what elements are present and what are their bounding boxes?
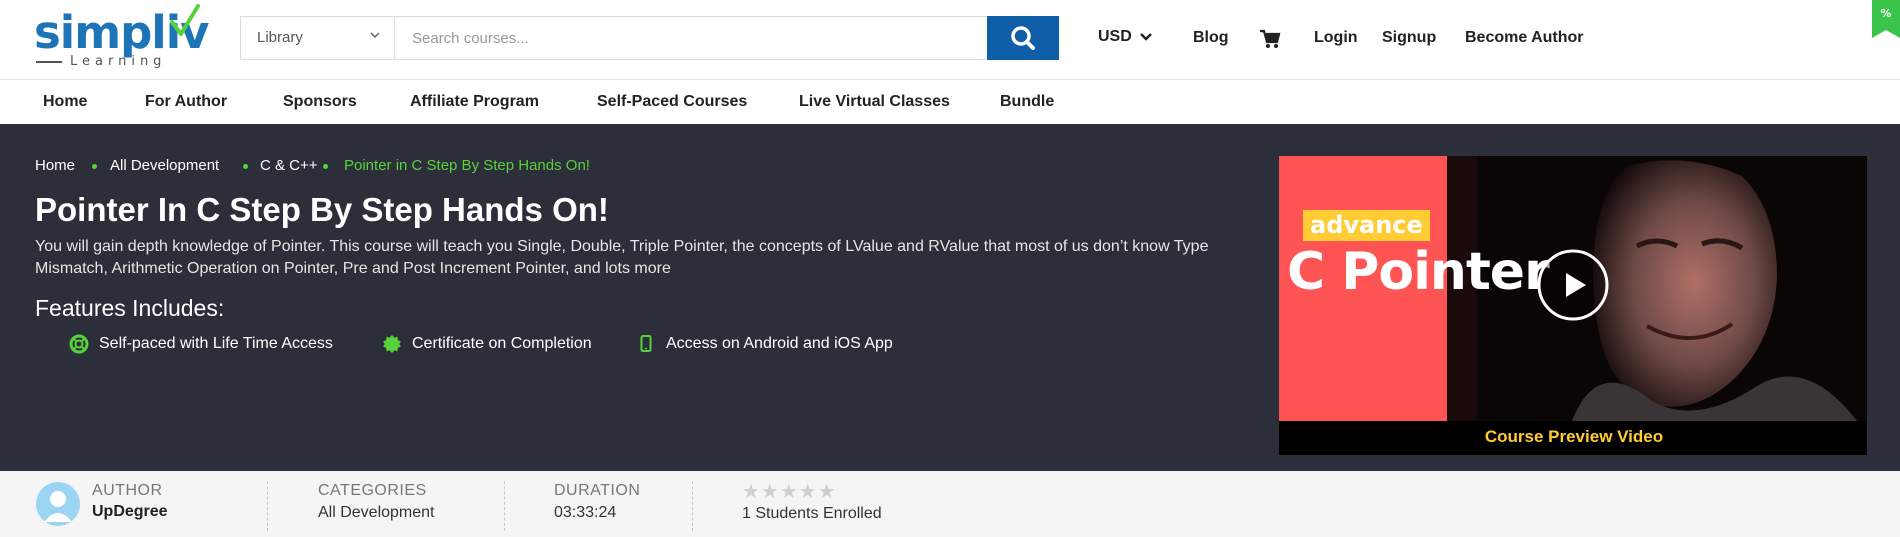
blog-link[interactable]: Blog bbox=[1193, 29, 1229, 47]
breadcrumb-c-cpp[interactable]: C & C++ bbox=[260, 157, 318, 174]
nav-self-paced-courses[interactable]: Self-Paced Courses bbox=[597, 93, 747, 111]
duration-value: 03:33:24 bbox=[554, 504, 617, 521]
info-divider bbox=[692, 481, 693, 531]
breadcrumb-all-development[interactable]: All Development bbox=[110, 157, 219, 174]
categories-label: CATEGORIES bbox=[318, 482, 427, 499]
svg-text:%: % bbox=[1880, 7, 1891, 20]
nav-bundle[interactable]: Bundle bbox=[1000, 93, 1054, 111]
video-caption: Course Preview Video bbox=[1279, 421, 1867, 455]
info-divider bbox=[504, 481, 505, 531]
nav-live-virtual-classes[interactable]: Live Virtual Classes bbox=[799, 93, 950, 111]
search-button[interactable] bbox=[987, 16, 1059, 60]
course-title: Pointer In C Step By Step Hands On! bbox=[35, 191, 609, 228]
category-select-value: Library bbox=[257, 29, 303, 46]
nav-affiliate-program[interactable]: Affiliate Program bbox=[410, 93, 539, 111]
signup-link[interactable]: Signup bbox=[1382, 29, 1436, 47]
features-heading: Features Includes: bbox=[35, 295, 225, 321]
logo-check-icon bbox=[170, 4, 200, 36]
breadcrumb-home[interactable]: Home bbox=[35, 157, 75, 174]
become-author-link[interactable]: Become Author bbox=[1465, 29, 1584, 47]
mobile-icon bbox=[640, 335, 652, 352]
feature-label: Certificate on Completion bbox=[412, 335, 592, 352]
logo-divider bbox=[36, 61, 62, 63]
video-tag: advance bbox=[1303, 210, 1430, 241]
chevron-down-icon bbox=[1140, 33, 1153, 41]
course-info-bar: AUTHOR UpDegree CATEGORIES All Developme… bbox=[0, 471, 1900, 537]
cart-button[interactable] bbox=[1259, 28, 1281, 55]
logo-subtext: Learning bbox=[70, 54, 167, 69]
currency-label: USD bbox=[1098, 28, 1132, 45]
rating-stars: ★★★★★ bbox=[742, 481, 837, 503]
play-icon[interactable] bbox=[1536, 248, 1610, 322]
breadcrumb-separator bbox=[323, 164, 328, 169]
duration-label: DURATION bbox=[554, 482, 641, 499]
cart-icon bbox=[1260, 29, 1281, 48]
user-avatar-icon bbox=[44, 491, 72, 522]
nav-for-author[interactable]: For Author bbox=[145, 93, 227, 111]
author-label: AUTHOR bbox=[92, 482, 163, 499]
login-link[interactable]: Login bbox=[1314, 29, 1358, 47]
search-input[interactable] bbox=[396, 17, 974, 59]
author-avatar[interactable] bbox=[36, 482, 80, 526]
breadcrumb-separator bbox=[243, 164, 248, 169]
category-link[interactable]: All Development bbox=[318, 504, 435, 522]
info-divider bbox=[267, 481, 268, 531]
author-name-link[interactable]: UpDegree bbox=[92, 503, 168, 521]
currency-select[interactable]: USD bbox=[1098, 28, 1153, 46]
course-hero: Home All Development C & C++ Pointer in … bbox=[0, 124, 1900, 471]
chevron-down-icon bbox=[370, 32, 380, 39]
discount-tag-icon[interactable]: % bbox=[1872, 0, 1900, 38]
category-select[interactable]: Library bbox=[241, 17, 395, 59]
feature-label: Self-paced with Life Time Access bbox=[99, 335, 333, 352]
video-headline: C Pointer bbox=[1287, 242, 1550, 302]
feature-label: Access on Android and iOS App bbox=[666, 335, 893, 352]
certificate-badge-icon bbox=[383, 335, 401, 353]
top-header: simpliv Learning Library USD Blog Log bbox=[0, 0, 1900, 79]
search-bar: Library bbox=[240, 16, 1059, 60]
course-preview-video[interactable]: advance C Pointer Course Preview Video bbox=[1279, 156, 1867, 455]
breadcrumb-separator bbox=[92, 164, 97, 169]
students-enrolled: 1 Students Enrolled bbox=[742, 505, 882, 522]
simpliv-logo[interactable]: simpliv Learning bbox=[34, 4, 209, 72]
nav-home[interactable]: Home bbox=[43, 93, 87, 111]
breadcrumb-current: Pointer in C Step By Step Hands On! bbox=[344, 157, 590, 174]
nav-sponsors[interactable]: Sponsors bbox=[283, 93, 357, 111]
search-icon bbox=[1011, 26, 1035, 50]
lifebuoy-icon bbox=[69, 334, 89, 354]
main-navigation: Home For Author Sponsors Affiliate Progr… bbox=[0, 79, 1900, 124]
course-description: You will gain depth knowledge of Pointer… bbox=[35, 238, 1209, 277]
